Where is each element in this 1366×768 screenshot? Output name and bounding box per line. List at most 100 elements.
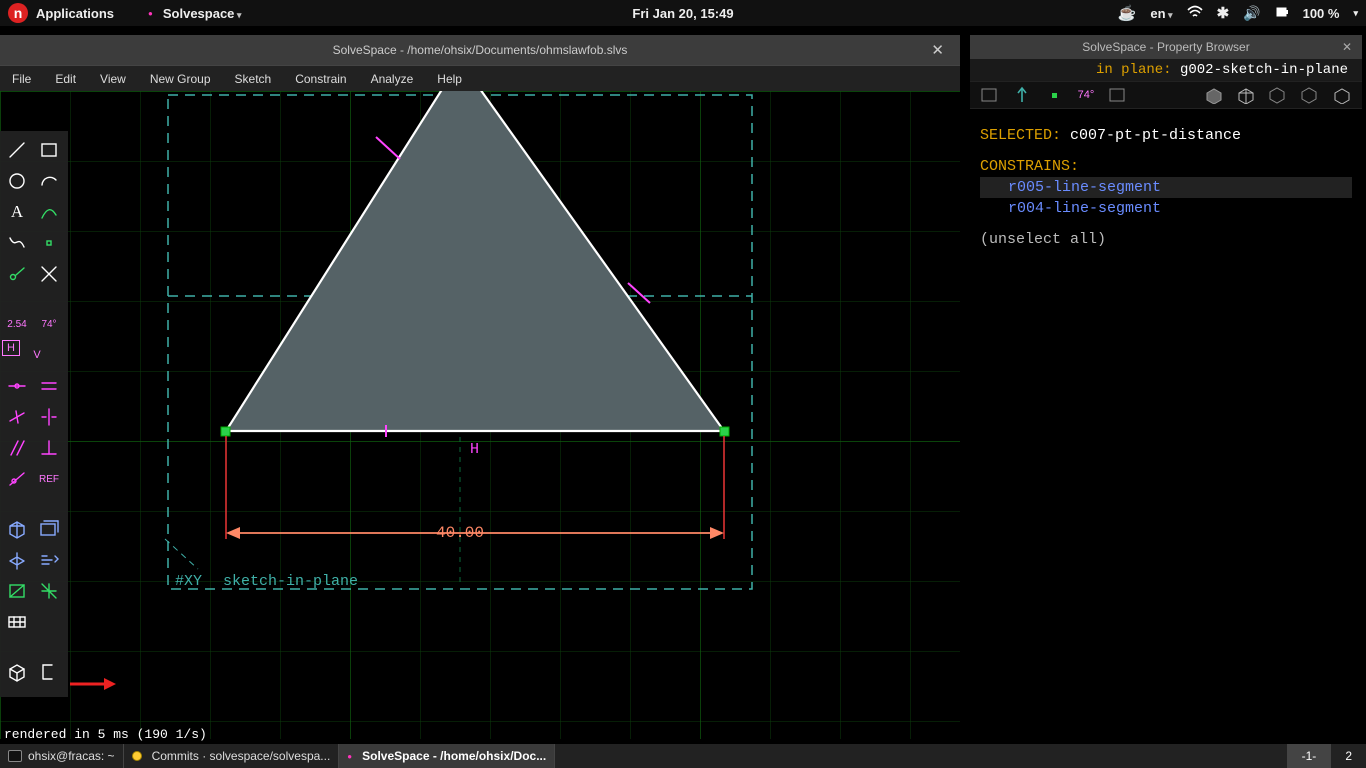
tool-point[interactable] [34,228,64,258]
constr-symmetric[interactable] [34,402,64,432]
menu-sketch[interactable]: Sketch [235,72,272,86]
prop-plane-row: in plane: g002-sketch-in-plane [970,59,1362,81]
sketch-content: 40.00 H #XY sketch-in-plane [0,91,960,739]
browser-icon [132,751,142,761]
main-title: SolveSpace - /home/ohsix/Documents/ohmsl… [333,43,628,57]
applications-menu[interactable]: Applications [36,6,114,21]
selected-value: c007-pt-pt-distance [1070,127,1241,144]
annotation-arrow [68,674,116,694]
menu-new-group[interactable]: New Group [150,72,211,86]
constr-angle[interactable]: 74° [34,309,64,339]
tool-construction[interactable] [2,259,32,289]
ptool-1[interactable] [978,84,1002,106]
ptool-hidden[interactable] [1330,84,1354,106]
workspace-2[interactable]: 2 [1330,744,1366,768]
plane-name: sketch-in-plane [223,573,358,590]
horizontal-constraint-label: H [470,441,479,458]
constr-ref[interactable]: REF [34,464,64,494]
menu-help[interactable]: Help [437,72,462,86]
constr-horizontal[interactable]: H [2,340,20,356]
ptool-wire[interactable] [1234,84,1258,106]
view-isometric[interactable] [2,514,32,544]
tool-arc[interactable] [34,166,64,196]
volume-icon[interactable]: 🔊 [1243,5,1260,22]
close-icon[interactable]: ✕ [931,41,944,59]
constr-midpoint[interactable] [2,402,32,432]
menu-constrain[interactable]: Constrain [295,72,346,86]
tool-split[interactable] [34,259,64,289]
menu-analyze[interactable]: Analyze [371,72,414,86]
tool-text[interactable]: A [2,197,32,227]
property-browser: SolveSpace - Property Browser ✕ in plane… [970,35,1362,299]
taskbar: ohsix@fracas: ~ Commits · solvespace/sol… [0,744,1366,768]
tool-toolbar: A 2.54 74° H V REF [0,131,68,697]
ptool-angle[interactable]: 74° [1074,84,1098,106]
constr-coincident[interactable] [2,371,32,401]
unselect-all[interactable]: (unselect all) [980,229,1352,250]
tool-circle[interactable] [2,166,32,196]
ptool-normals[interactable] [1010,84,1034,106]
task-solvespace[interactable]: ● SolveSpace - /home/ohsix/Doc... [339,744,555,768]
prop-title-text: SolveSpace - Property Browser [1082,40,1249,54]
view-empty1 [34,607,64,637]
tool-line[interactable] [2,135,32,165]
workspace-1[interactable]: -1- [1287,744,1331,768]
selected-label: SELECTED: [980,127,1061,144]
tool-tangent-arc[interactable] [34,197,64,227]
constr-distance[interactable]: 2.54 [2,309,32,339]
system-menu-icon[interactable]: ▾ [1353,8,1358,19]
in-plane-label: in plane: [1096,62,1172,78]
battery-icon[interactable] [1275,5,1289,22]
dimension-value: 40.00 [436,524,484,542]
constr-vertical[interactable]: V [22,340,52,370]
clock[interactable]: Fri Jan 20, 15:49 [632,6,733,21]
constr-perpendicular[interactable] [34,433,64,463]
menu-file[interactable]: File [12,72,31,86]
constr-equal-len[interactable] [34,371,64,401]
language-indicator[interactable]: en [1150,6,1172,21]
tool-rect[interactable] [34,135,64,165]
main-titlebar[interactable]: SolveSpace - /home/ohsix/Documents/ohmsl… [0,35,960,65]
view-ortho-y[interactable] [34,576,64,606]
prop-body: SELECTED: c007-pt-pt-distance CONSTRAINS… [970,109,1362,256]
svg-text:#XY sketch-in-plane: #XY sketch-in-plane [175,573,358,590]
plane-hash: #XY [175,573,202,590]
tool-extrude[interactable] [2,657,32,687]
task-browser[interactable]: Commits · solvespace/solvespa... [124,744,340,768]
terminal-icon [8,750,22,762]
tool-bezier[interactable] [2,228,32,258]
in-plane-value: g002-sketch-in-plane [1180,62,1348,78]
constraint-link-1[interactable]: r005-line-segment [980,177,1352,198]
constr-parallel[interactable] [2,433,32,463]
prop-titlebar[interactable]: SolveSpace - Property Browser ✕ [970,35,1362,59]
battery-text: 100 % [1303,6,1340,21]
view-grid[interactable] [2,607,32,637]
close-icon[interactable]: ✕ [1342,40,1352,54]
ptool-x2[interactable] [1298,84,1322,106]
menu-edit[interactable]: Edit [55,72,76,86]
constraint-link-2[interactable]: r004-line-segment [980,198,1352,219]
active-app-menu[interactable]: Solvespace [163,6,242,21]
menu-view[interactable]: View [100,72,126,86]
coffee-icon[interactable]: ☕ [1118,4,1137,22]
system-top-bar: n Applications ● Solvespace Fri Jan 20, … [0,0,1366,26]
view-nearest-iso[interactable] [2,545,32,575]
constr-pt-on-line[interactable] [2,464,32,494]
view-ortho-x[interactable] [2,576,32,606]
wifi-icon[interactable] [1187,5,1203,22]
ptool-shaded[interactable] [1202,84,1226,106]
ptool-5[interactable] [1106,84,1130,106]
activities-icon[interactable]: n [8,3,28,23]
view-workplane[interactable] [34,514,64,544]
view-center[interactable] [34,545,64,575]
prop-toolbar: 74° [970,81,1362,109]
task-terminal[interactable]: ohsix@fracas: ~ [0,744,124,768]
sketch-canvas[interactable]: 40.00 H #XY sketch-in-plane [0,91,960,739]
ptool-points[interactable] [1042,84,1066,106]
ptool-x1[interactable] [1266,84,1290,106]
menubar: File Edit View New Group Sketch Constrai… [0,65,960,91]
constrains-label: CONSTRAINS: [980,156,1352,177]
tool-lathe[interactable] [34,657,64,687]
bluetooth-icon[interactable]: ✱ [1217,4,1230,22]
render-status: rendered in 5 ms (190 1/s) [4,727,207,742]
